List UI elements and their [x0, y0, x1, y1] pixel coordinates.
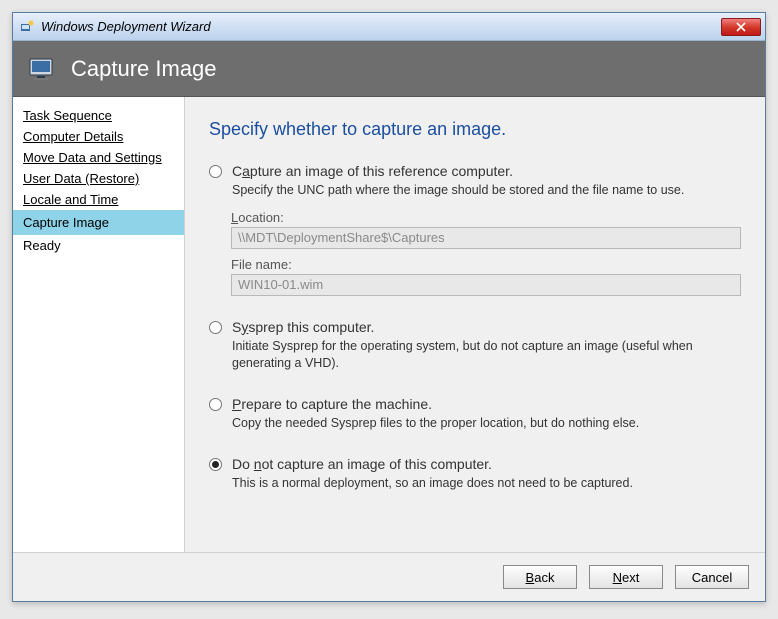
- close-icon: [736, 22, 746, 32]
- back-button[interactable]: Back: [503, 565, 577, 589]
- close-button[interactable]: [721, 18, 761, 36]
- sidebar-item-capture-image[interactable]: Capture Image: [13, 210, 184, 235]
- app-icon: [19, 19, 35, 35]
- option-capture-label: Capture an image of this reference compu…: [232, 162, 741, 180]
- radio-capture[interactable]: [209, 165, 222, 178]
- option-prepare-desc: Copy the needed Sysprep files to the pro…: [232, 415, 741, 433]
- sidebar-item-locale-time[interactable]: Locale and Time: [13, 189, 184, 210]
- radio-sysprep[interactable]: [209, 321, 222, 334]
- option-capture-desc: Specify the UNC path where the image sho…: [232, 182, 741, 200]
- option-sysprep-desc: Initiate Sysprep for the operating syste…: [232, 338, 741, 373]
- sidebar: Task Sequence Computer Details Move Data…: [13, 97, 185, 552]
- sidebar-item-computer-details[interactable]: Computer Details: [13, 126, 184, 147]
- monitor-icon: [27, 53, 59, 85]
- sidebar-item-ready[interactable]: Ready: [13, 235, 184, 256]
- sidebar-item-user-data[interactable]: User Data (Restore): [13, 168, 184, 189]
- footer: Back Next Cancel: [13, 552, 765, 601]
- location-label: Location:: [231, 210, 741, 225]
- next-button[interactable]: Next: [589, 565, 663, 589]
- header-band: Capture Image: [13, 41, 765, 97]
- filename-label: File name:: [231, 257, 741, 272]
- wizard-body: Task Sequence Computer Details Move Data…: [13, 97, 765, 552]
- titlebar: Windows Deployment Wizard: [13, 13, 765, 41]
- option-donot-label: Do not capture an image of this computer…: [232, 455, 741, 473]
- main-panel: Specify whether to capture an image. Cap…: [185, 97, 765, 552]
- sidebar-item-move-data[interactable]: Move Data and Settings: [13, 147, 184, 168]
- sidebar-item-task-sequence[interactable]: Task Sequence: [13, 105, 184, 126]
- filename-input[interactable]: [231, 274, 741, 296]
- option-prepare-label: Prepare to capture the machine.: [232, 395, 741, 413]
- window-title: Windows Deployment Wizard: [41, 19, 721, 34]
- wizard-window: Windows Deployment Wizard Capture Image …: [12, 12, 766, 602]
- page-title: Capture Image: [71, 56, 217, 82]
- option-donot-desc: This is a normal deployment, so an image…: [232, 475, 741, 493]
- cancel-button[interactable]: Cancel: [675, 565, 749, 589]
- option-capture: Capture an image of this reference compu…: [209, 162, 741, 296]
- option-donot: Do not capture an image of this computer…: [209, 455, 741, 493]
- location-field-group: Location: File name:: [231, 210, 741, 296]
- radio-donot[interactable]: [209, 458, 222, 471]
- radio-prepare[interactable]: [209, 398, 222, 411]
- option-prepare: Prepare to capture the machine. Copy the…: [209, 395, 741, 433]
- option-sysprep-label: Sysprep this computer.: [232, 318, 741, 336]
- location-input[interactable]: [231, 227, 741, 249]
- option-sysprep: Sysprep this computer. Initiate Sysprep …: [209, 318, 741, 373]
- main-heading: Specify whether to capture an image.: [209, 119, 741, 140]
